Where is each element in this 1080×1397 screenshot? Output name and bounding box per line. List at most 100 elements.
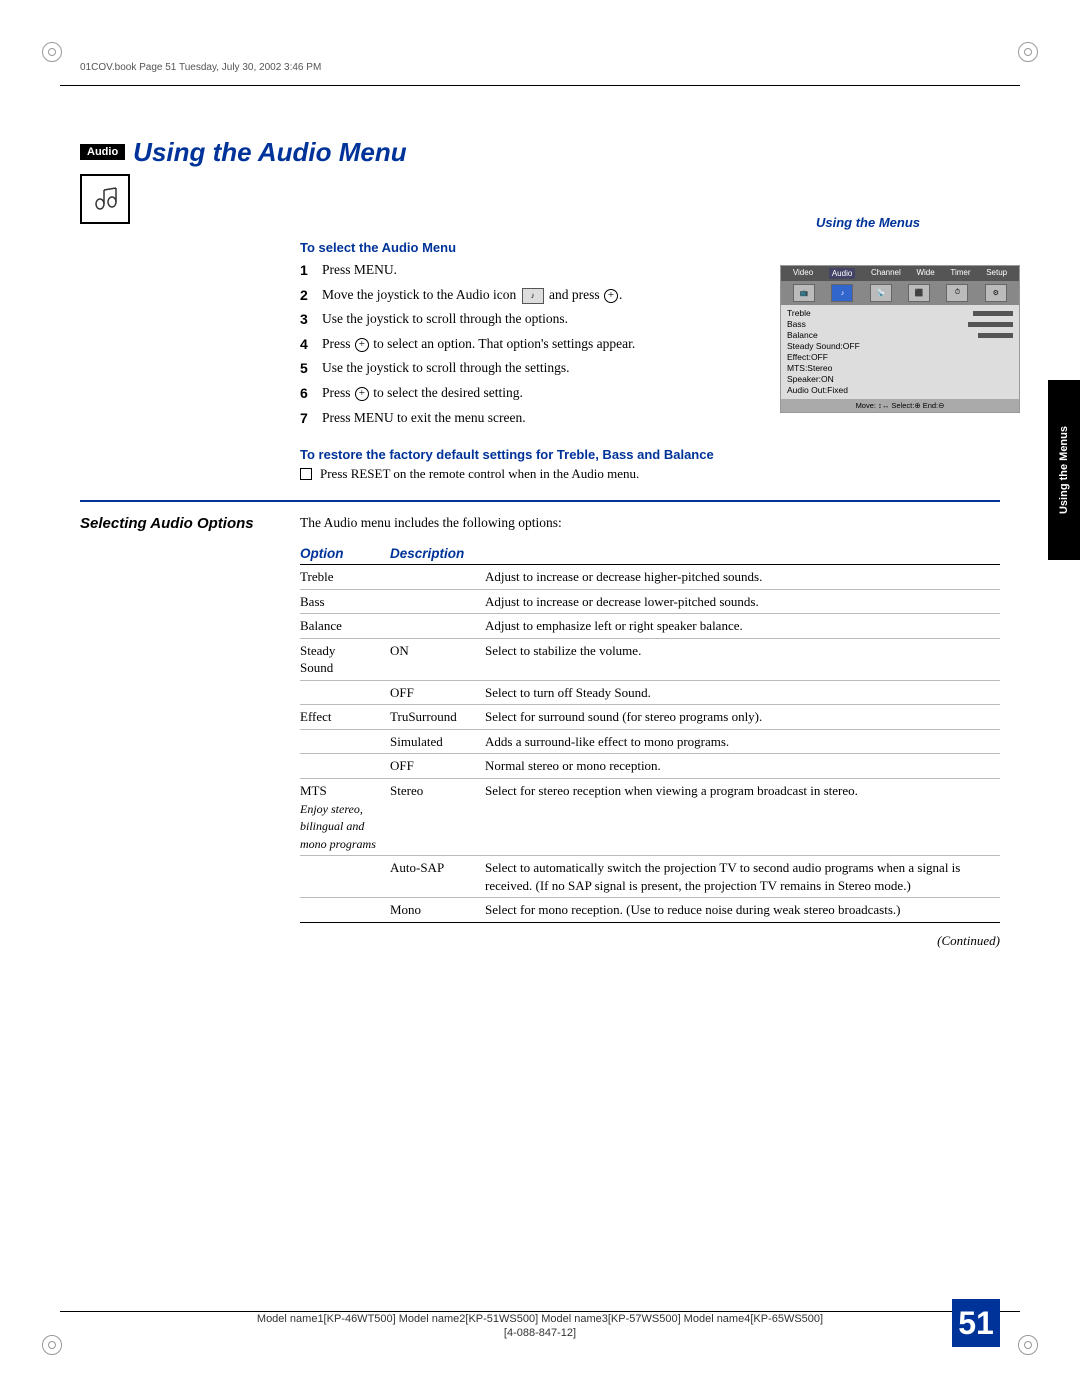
audio-svg-icon	[88, 182, 122, 216]
menu-icon-timer: ⏱	[946, 284, 968, 302]
menu-row-bass: Bass	[787, 319, 1013, 329]
menu-row-treble: Treble	[787, 308, 1013, 318]
col-option: Option	[300, 543, 390, 565]
menu-icon-setup: ⚙	[985, 284, 1007, 302]
selecting-section: Selecting Audio Options The Audio menu i…	[80, 514, 1000, 949]
instructions-left	[80, 240, 280, 482]
subsection-title: To select the Audio Menu	[300, 240, 1000, 255]
menu-content: Treble Bass Balance Steady S	[781, 305, 1019, 399]
menu-icon-channel: 📡	[870, 284, 892, 302]
side-tab-label: Using the Menus	[1058, 426, 1070, 514]
steps-container: 1 Press MENU. 2 Move the joystick to the…	[300, 261, 764, 433]
file-info: 01COV.book Page 51 Tuesday, July 30, 200…	[80, 62, 321, 73]
desc-mts-mono: Select for mono reception. (Use to reduc…	[485, 898, 1000, 923]
instructions-right: To select the Audio Menu 1 Press MENU. 2…	[300, 240, 1000, 482]
table-row: Treble Adjust to increase or decrease hi…	[300, 565, 1000, 590]
sub-balance	[390, 614, 485, 639]
circle-plus-icon: +	[604, 289, 618, 303]
circle-plus-icon-2: +	[355, 338, 369, 352]
option-treble: Treble	[300, 565, 390, 590]
sub-bass	[390, 589, 485, 614]
table-row: Auto-SAP Select to automatically switch …	[300, 856, 1000, 898]
options-table: Option Description Treble Adjust to incr…	[300, 543, 1000, 923]
sub-mts-autosap: Auto-SAP	[390, 856, 485, 898]
menu-icon-row: 📺 ♪ 📡 ⬛ ⏱ ⚙	[781, 281, 1019, 305]
desc-mts-stereo: Select for stereo reception when viewing…	[485, 778, 1000, 855]
restore-text: Press RESET on the remote control when i…	[320, 466, 639, 482]
option-mts-empty	[300, 856, 390, 898]
page-title: Using the Audio Menu	[133, 137, 406, 168]
table-row: Mono Select for mono reception. (Use to …	[300, 898, 1000, 923]
selecting-title: Selecting Audio Options	[80, 514, 280, 534]
corner-mark-bl	[40, 1333, 64, 1357]
desc-effect-sim: Adds a surround-like effect to mono prog…	[485, 729, 1000, 754]
restore-title: To restore the factory default settings …	[300, 447, 1000, 462]
corner-mark-tl	[40, 40, 64, 64]
option-mts-empty2	[300, 898, 390, 923]
option-steady-empty	[300, 680, 390, 705]
sub-steady-on: ON	[390, 638, 485, 680]
selecting-right: The Audio menu includes the following op…	[300, 514, 1000, 949]
title-left: Audio Using the Audio Menu	[80, 133, 407, 224]
desc-treble: Adjust to increase or decrease higher-pi…	[485, 565, 1000, 590]
restore-section: To restore the factory default settings …	[300, 447, 1000, 482]
desc-effect-off: Normal stereo or mono reception.	[485, 754, 1000, 779]
col-desc-extra	[485, 543, 1000, 565]
menu-row-balance: Balance	[787, 330, 1013, 340]
table-row: Simulated Adds a surround-like effect to…	[300, 729, 1000, 754]
step-6: 6 Press + to select the desired setting.	[300, 384, 764, 404]
option-balance: Balance	[300, 614, 390, 639]
step-7: 7 Press MENU to exit the menu screen.	[300, 409, 764, 429]
menu-icon-audio: ♪	[831, 284, 853, 302]
audio-badge: Audio	[80, 144, 125, 160]
menu-row-effect: Effect:OFF	[787, 352, 1013, 362]
selecting-left: Selecting Audio Options	[80, 514, 280, 949]
audio-icon	[80, 174, 130, 224]
corner-mark-br	[1016, 1333, 1040, 1357]
desc-balance: Adjust to emphasize left or right speake…	[485, 614, 1000, 639]
step-3: 3 Use the joystick to scroll through the…	[300, 310, 764, 330]
title-top-row: Audio Using the Audio Menu	[80, 133, 407, 168]
option-mts: MTSEnjoy stereo, bilingual and mono prog…	[300, 778, 390, 855]
table-row: SteadySound ON Select to stabilize the v…	[300, 638, 1000, 680]
table-row: Effect TruSurround Select for surround s…	[300, 705, 1000, 730]
restore-item: Press RESET on the remote control when i…	[300, 466, 1000, 482]
section-divider	[80, 500, 1000, 502]
continued-text: (Continued)	[300, 933, 1000, 949]
mts-italic-note: Enjoy stereo, bilingual and mono program…	[300, 802, 376, 851]
option-effect-empty2	[300, 754, 390, 779]
side-tab: Using the Menus	[1048, 380, 1080, 560]
menu-icon-video: 📺	[793, 284, 815, 302]
footer-code: [4-088-847-12]	[80, 1327, 1000, 1339]
menu-top-bar: Video Audio Channel Wide Timer Setup	[781, 266, 1019, 281]
menu-row-steady: Steady Sound:OFF	[787, 341, 1013, 351]
checkbox-bullet	[300, 468, 312, 480]
sub-treble	[390, 565, 485, 590]
page-header-text: Using the Menus	[816, 215, 920, 230]
table-row: Balance Adjust to emphasize left or righ…	[300, 614, 1000, 639]
step-4: 4 Press + to select an option. That opti…	[300, 335, 764, 355]
col-description: Description	[390, 543, 485, 565]
page-header: Using the Menus	[816, 215, 920, 232]
sub-steady-off: OFF	[390, 680, 485, 705]
option-steady: SteadySound	[300, 638, 390, 680]
step-1: 1 Press MENU.	[300, 261, 764, 281]
desc-effect-tru: Select for surround sound (for stereo pr…	[485, 705, 1000, 730]
desc-bass: Adjust to increase or decrease lower-pit…	[485, 589, 1000, 614]
instructions-with-screenshot: 1 Press MENU. 2 Move the joystick to the…	[300, 261, 1000, 433]
bottom-rule	[60, 1311, 1020, 1312]
desc-steady-off: Select to turn off Steady Sound.	[485, 680, 1000, 705]
menu-screenshot: Video Audio Channel Wide Timer Setup 📺 ♪…	[780, 259, 1000, 433]
page-footer: Model name1[KP-46WT500] Model name2[KP-5…	[80, 1313, 1000, 1347]
sub-effect-sim: Simulated	[390, 729, 485, 754]
desc-steady-on: Select to stabilize the volume.	[485, 638, 1000, 680]
menu-row-speaker: Speaker:ON	[787, 374, 1013, 384]
main-content: Using the Menus Audio Using the Audio Me…	[80, 115, 1000, 949]
table-row: OFF Select to turn off Steady Sound.	[300, 680, 1000, 705]
menu-footer: Move: ↕↔ Select:⊕ End:⊖	[781, 399, 1019, 412]
circle-plus-icon-3: +	[355, 387, 369, 401]
option-effect: Effect	[300, 705, 390, 730]
title-section: Audio Using the Audio Menu	[80, 133, 1000, 224]
intro-text: The Audio menu includes the following op…	[300, 514, 1000, 533]
menu-row-audioout: Audio Out:Fixed	[787, 385, 1013, 395]
